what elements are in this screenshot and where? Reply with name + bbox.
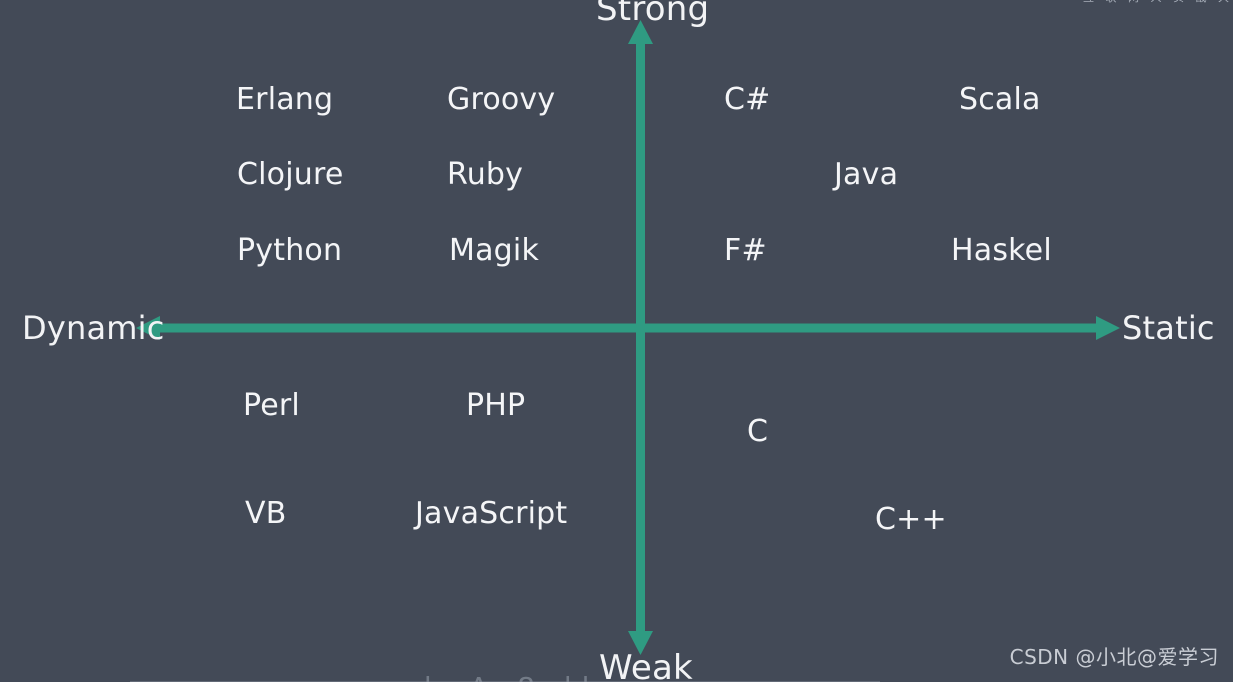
- language-label: Haskel: [951, 233, 1052, 268]
- language-label: VB: [245, 496, 287, 531]
- language-label: C#: [724, 82, 771, 117]
- language-label: Scala: [959, 82, 1041, 117]
- watermark-top-right: — 互 联 网 人 实 战 大: [1061, 0, 1233, 3]
- language-label: F#: [724, 233, 767, 268]
- language-label: PHP: [466, 388, 526, 423]
- vertical-axis-line: [636, 32, 645, 640]
- axis-arrow-right: [1096, 316, 1120, 340]
- axes-graphic: [136, 20, 1120, 655]
- language-label: Groovy: [447, 82, 556, 117]
- bottom-bleed-text: k A 8 ll: [424, 671, 599, 682]
- language-label: Perl: [243, 388, 300, 423]
- language-label: Java: [834, 157, 899, 192]
- watermark-csdn: CSDN @小北@爱学习: [1009, 645, 1219, 669]
- quadrant-diagram-canvas: Strong Weak Dynamic Static Erlang Groovy C…: [0, 0, 1233, 682]
- axis-label-dynamic: Dynamic: [22, 309, 165, 347]
- language-label: Magik: [449, 233, 540, 268]
- watermark-top-right-sub: — 互 联 网 人 实 战 大: [1061, 0, 1233, 3]
- language-label: JavaScript: [415, 496, 568, 531]
- language-label: Ruby: [447, 157, 524, 192]
- language-label: C: [747, 414, 769, 449]
- axis-label-static: Static: [1122, 309, 1215, 347]
- language-label: Python: [237, 233, 343, 268]
- axis-label-strong: Strong: [596, 0, 710, 29]
- language-label: Clojure: [237, 157, 344, 192]
- horizontal-axis-line: [152, 323, 1110, 333]
- axis-label-weak: Weak: [599, 648, 693, 682]
- language-label: C++: [875, 502, 947, 537]
- language-label: Erlang: [236, 82, 334, 117]
